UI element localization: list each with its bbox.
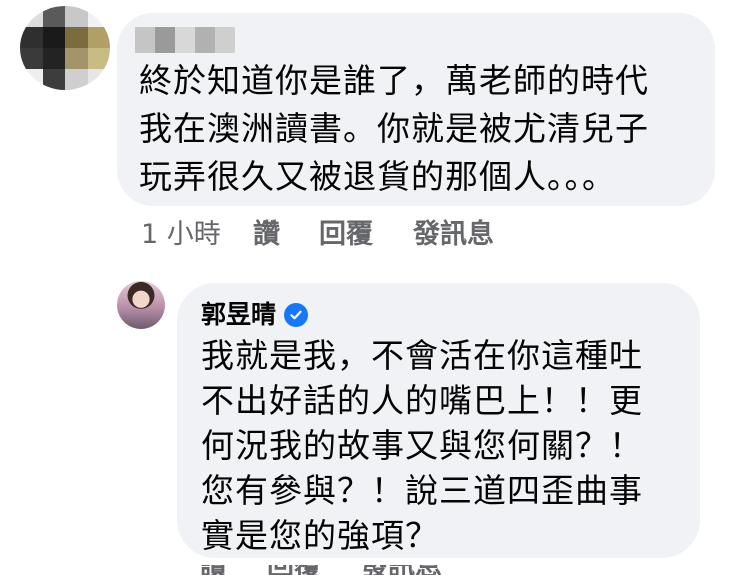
commenter-avatar[interactable] [20,6,110,90]
comment-text: 終於知道你是誰了，萬老師的時代 我在澳洲讀書。你就是被尤清兒子 玩弄很久又被退貨… [139,61,649,196]
avatar-pixel [87,27,110,48]
reply-message-button[interactable]: 發訊息 [361,565,442,575]
name-pixel [175,27,195,53]
avatar-pixel [65,48,88,69]
avatar-pixel [20,27,43,48]
name-pixel [215,27,235,53]
message-button[interactable]: 發訊息 [413,215,494,255]
reply-author-row: 郭昱晴 [201,297,309,333]
reply-actions-cropped: 讚 回覆 發訊息 [200,565,442,575]
reply-author-name[interactable]: 郭昱晴 [201,297,276,333]
comment-bubble: 終於知道你是誰了，萬老師的時代 我在澳洲讀書。你就是被尤清兒子 玩弄很久又被退貨… [117,13,715,206]
avatar-pixel [42,27,65,48]
avatar-pixel [20,48,43,69]
avatar-pixel [65,6,88,27]
avatar-pixel [87,48,110,69]
avatar-pixel [65,27,88,48]
avatar-pixel [42,69,65,90]
like-button[interactable]: 讚 [253,215,319,255]
avatar-pixel [42,6,65,27]
comment-thread: 終於知道你是誰了，萬老師的時代 我在澳洲讀書。你就是被尤清兒子 玩弄很久又被退貨… [0,0,750,575]
reply-like-button[interactable]: 讚 [200,565,227,575]
verified-check-icon [284,303,309,327]
name-pixel [195,27,215,53]
commenter-name-blurred[interactable] [135,27,235,53]
comment-timestamp[interactable]: 1 小時 [141,215,253,255]
replier-avatar[interactable] [117,281,165,329]
reply-text: 我就是我，不會活在你這種吐 不出好話的人的嘴巴上！！更 何況我的故事又與您何關？… [201,336,643,555]
avatar-pixel [42,48,65,69]
reply-button[interactable]: 回覆 [319,215,413,255]
reply-reply-button[interactable]: 回覆 [267,565,321,575]
reply-bubble: 郭昱晴 我就是我，不會活在你這種吐 不出好話的人的嘴巴上！！更 何況我的故事又與… [177,283,700,558]
avatar-pixel [87,6,110,27]
name-pixel [135,27,155,53]
comment-actions: 1 小時 讚 回覆 發訊息 [141,215,494,255]
avatar-pixel [65,69,88,90]
avatar-pixel [20,69,43,90]
avatar-pixel [87,69,110,90]
name-pixel [155,27,175,53]
avatar-pixel [20,6,43,27]
checkmark-icon [290,310,302,320]
